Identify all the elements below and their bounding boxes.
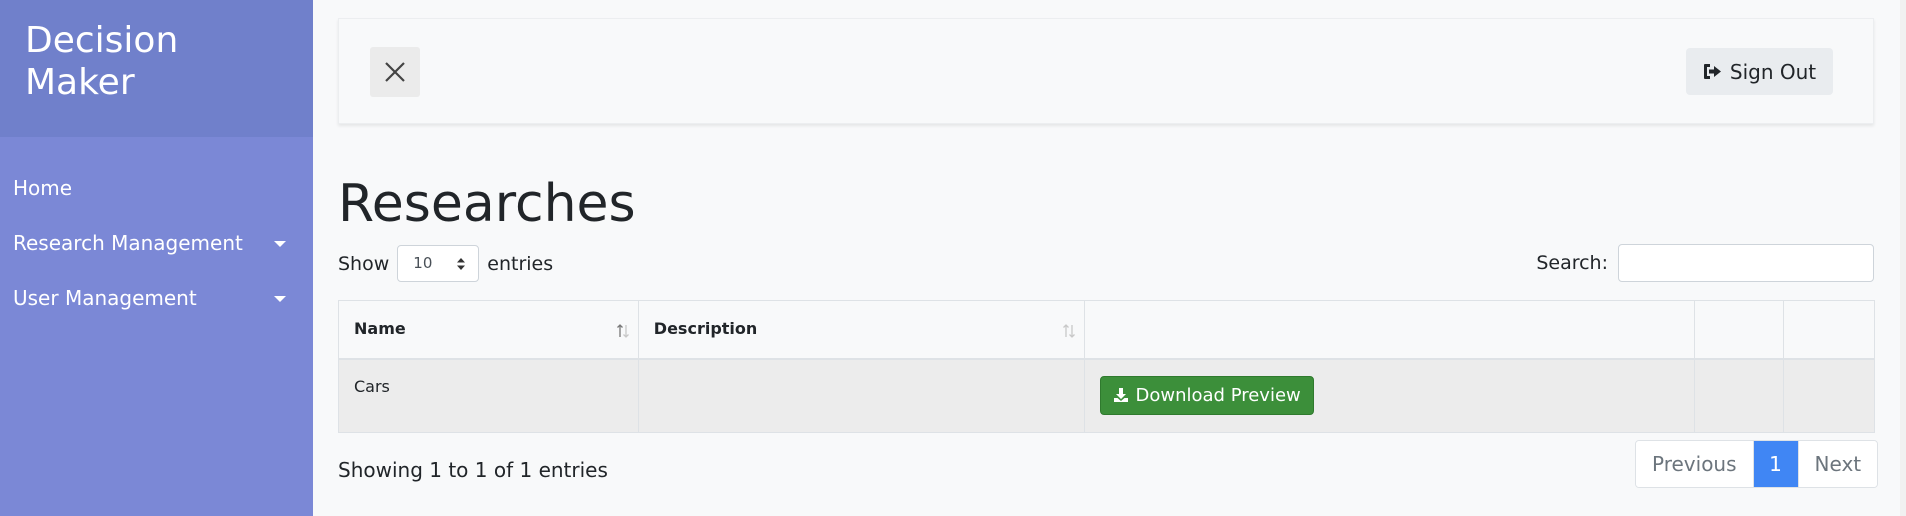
entries-label: entries (487, 252, 554, 275)
sign-out-button[interactable]: Sign Out (1686, 48, 1833, 95)
page-length-value: 10 (413, 254, 433, 272)
page-length-control: Show 10 entries (338, 245, 553, 282)
table-header-row: Name Description (338, 300, 1875, 360)
close-icon (385, 62, 405, 82)
download-preview-button[interactable]: Download Preview (1099, 375, 1314, 415)
sort-icon (1062, 324, 1075, 338)
caret-down-icon (274, 241, 286, 247)
cell-name: Cars (338, 358, 639, 433)
pagination-next[interactable]: Next (1797, 441, 1878, 487)
table-search: Search: (1536, 244, 1874, 282)
page-title: Researches (338, 174, 636, 234)
pagination-previous[interactable]: Previous (1636, 441, 1753, 487)
sidebar-item-label: Home (13, 176, 73, 200)
column-header-actions (1083, 300, 1696, 360)
scrollbar[interactable] (1900, 0, 1906, 516)
select-arrows-icon (457, 258, 466, 270)
close-sidebar-button[interactable] (370, 47, 420, 97)
sidebar-item-label: User Management (13, 286, 197, 310)
column-header-description[interactable]: Description (637, 300, 1085, 360)
table-row: Cars Download Preview (338, 358, 1875, 433)
cell-extra-2 (1783, 358, 1875, 433)
column-header-name[interactable]: Name (338, 300, 639, 360)
sidebar-item-user-management[interactable]: User Management (0, 271, 313, 326)
column-header-extra-2 (1783, 300, 1875, 360)
sign-out-icon (1703, 64, 1721, 79)
cell-actions: Download Preview (1083, 358, 1696, 433)
search-input[interactable] (1618, 244, 1874, 282)
app-title[interactable]: Decision Maker (0, 0, 313, 137)
sidebar-item-label: Research Management (13, 231, 243, 255)
sidebar: Decision Maker Home Research Management … (0, 0, 313, 516)
caret-down-icon (274, 296, 286, 302)
sidebar-nav: Home Research Management User Management (0, 137, 313, 326)
pagination-page-1[interactable]: 1 (1752, 441, 1798, 487)
cell-extra-1 (1694, 358, 1785, 433)
search-label: Search: (1536, 252, 1608, 274)
sort-icon (616, 324, 629, 338)
download-icon (1113, 388, 1128, 402)
pagination: Previous 1 Next (1635, 440, 1879, 488)
sidebar-item-research-management[interactable]: Research Management (0, 216, 313, 271)
table-info: Showing 1 to 1 of 1 entries (338, 458, 608, 482)
researches-table: Name Description Cars Download Preview (338, 300, 1875, 433)
sign-out-label: Sign Out (1729, 59, 1817, 84)
cell-description (637, 358, 1085, 433)
top-navbar: Sign Out (338, 18, 1874, 124)
page-length-select[interactable]: 10 (397, 245, 480, 282)
show-label: Show (338, 252, 390, 275)
download-preview-label: Download Preview (1135, 384, 1301, 406)
sidebar-item-home[interactable]: Home (0, 161, 313, 216)
column-header-extra-1 (1694, 300, 1785, 360)
